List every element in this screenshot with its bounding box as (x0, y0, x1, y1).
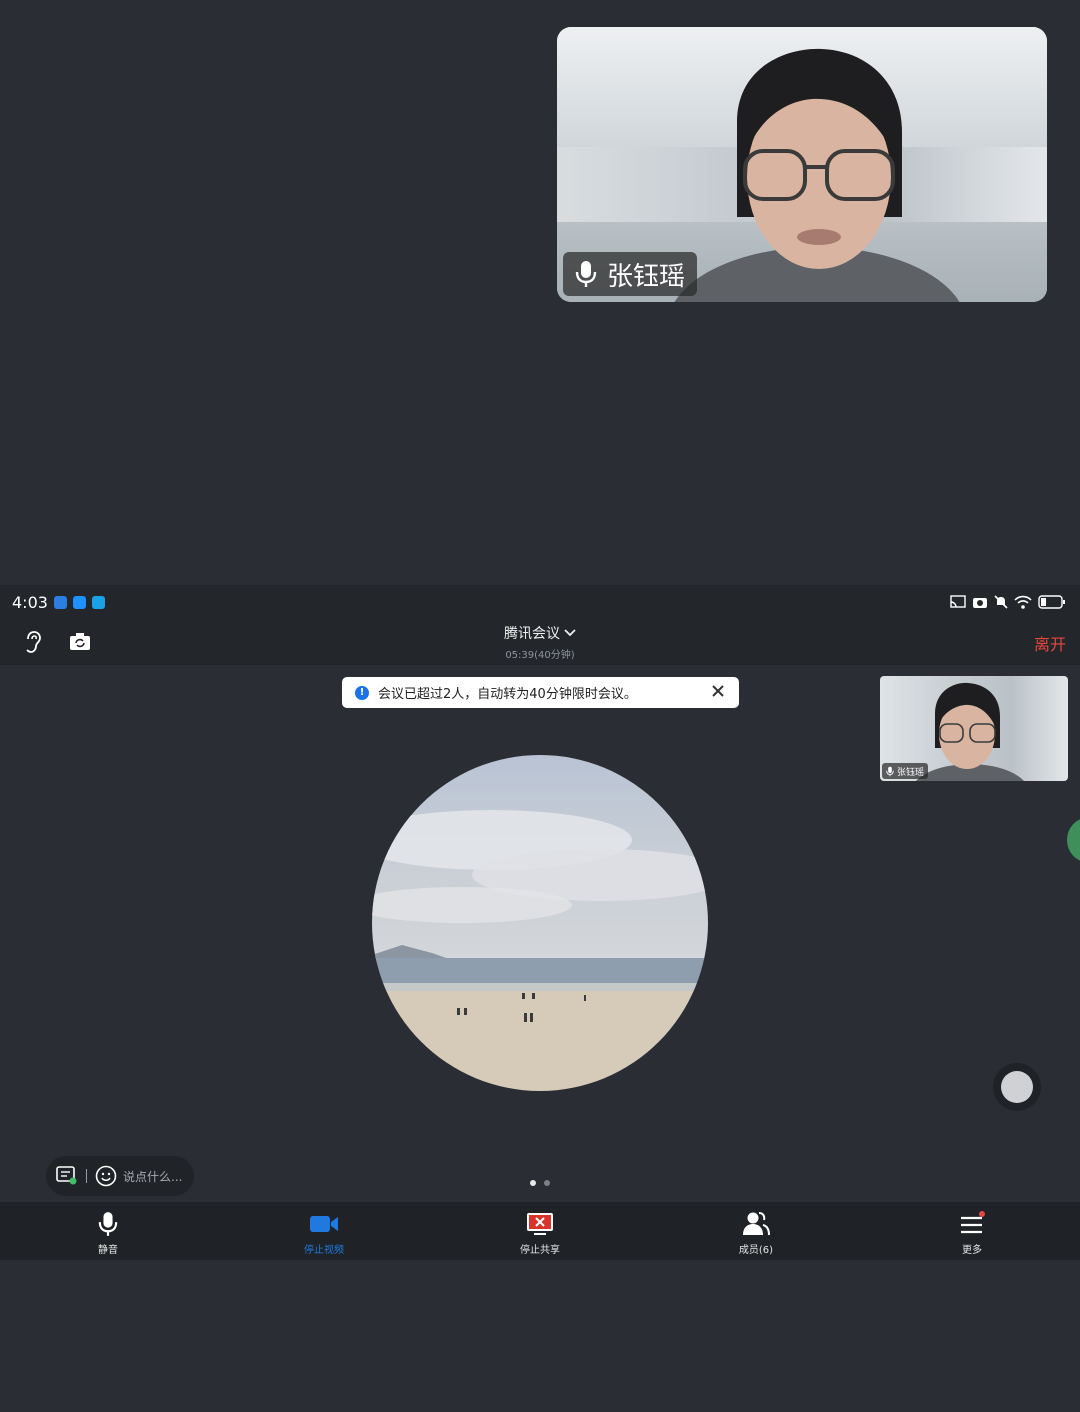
floating-action-button[interactable] (993, 1063, 1041, 1111)
meeting-limit-notice: ! 会议已超过2人，自动转为40分钟限时会议。 (342, 677, 739, 708)
floating-assistant-bubble[interactable] (1064, 815, 1080, 865)
leave-button[interactable]: 离开 (1034, 631, 1066, 655)
notice-text: 会议已超过2人，自动转为40分钟限时会议。 (378, 687, 637, 702)
stop-share-label: 停止共享 (520, 1245, 560, 1256)
ear-icon (26, 631, 41, 653)
participant-name: 张钰瑶 (607, 261, 686, 292)
microphone-icon (575, 261, 597, 287)
notification-browser-icon (91, 595, 105, 609)
chat-placeholder: 说点什么... (123, 1169, 183, 1184)
meeting-title-block[interactable]: 腾讯会议 05:39(40分钟) (440, 623, 640, 661)
stop-video-label: 停止视频 (304, 1245, 344, 1256)
meeting-duration: 05:39(40分钟) (505, 650, 575, 661)
more-button[interactable]: 更多 (927, 1210, 1017, 1256)
participant-video-large[interactable]: 张钰瑶 (557, 27, 1047, 302)
chat-list-icon[interactable] (56, 1166, 78, 1186)
members-icon (743, 1212, 770, 1236)
meeting-title: 腾讯会议 (504, 626, 560, 642)
earpiece-toggle-button[interactable] (20, 629, 46, 655)
notification-cloud-icon (72, 595, 86, 609)
thumbnail-participant-name: 张钰瑶 (897, 767, 925, 778)
participant-video-thumbnail[interactable]: 张钰瑶 (880, 676, 1068, 781)
camera-status-icon (973, 598, 987, 608)
meeting-header: 腾讯会议 05:39(40分钟) 离开 (0, 619, 1080, 665)
floating-action-dot (1001, 1071, 1033, 1103)
mute-button[interactable]: 静音 (63, 1210, 153, 1256)
more-label: 更多 (962, 1245, 982, 1256)
clock: 4:03 (12, 592, 48, 612)
separator (86, 1169, 87, 1183)
menu-icon (961, 1211, 985, 1234)
microphone-icon (886, 766, 894, 776)
beach-avatar-image (372, 755, 708, 1091)
switch-camera-button[interactable] (67, 629, 93, 655)
meeting-toolbar: 静音 停止视频 停止共享 成员(6) 更多 (0, 1202, 1080, 1260)
members-button[interactable]: 成员(6) (711, 1210, 801, 1256)
stop-video-button[interactable]: 停止视频 (279, 1210, 369, 1256)
page-dot-active (530, 1180, 536, 1186)
participant-avatar (372, 755, 708, 1091)
info-icon: ! (355, 685, 369, 700)
notification-app-icon (53, 595, 67, 609)
close-icon[interactable] (711, 684, 725, 698)
chevron-down-icon (564, 629, 576, 637)
mute-label: 静音 (98, 1245, 118, 1256)
members-label: 成员(6) (738, 1245, 774, 1256)
battery-icon (1038, 595, 1065, 609)
stop-share-icon (527, 1213, 553, 1235)
switch-camera-icon (70, 633, 90, 650)
participant-name-chip: 张钰瑶 (563, 252, 698, 296)
wifi-icon (1014, 595, 1032, 609)
page-dot (544, 1180, 550, 1186)
emoji-icon[interactable] (95, 1165, 117, 1187)
status-bar: 4:03 (0, 585, 1080, 619)
thumbnail-name-chip: 张钰瑶 (882, 763, 929, 779)
stop-share-button[interactable]: 停止共享 (495, 1210, 585, 1256)
page-indicator (530, 1180, 550, 1186)
cast-icon (950, 595, 966, 608)
video-camera-icon (310, 1216, 338, 1232)
microphone-icon (98, 1212, 118, 1236)
chat-input-pill[interactable]: 说点什么... (46, 1156, 194, 1196)
mute-notification-icon (994, 595, 1008, 609)
